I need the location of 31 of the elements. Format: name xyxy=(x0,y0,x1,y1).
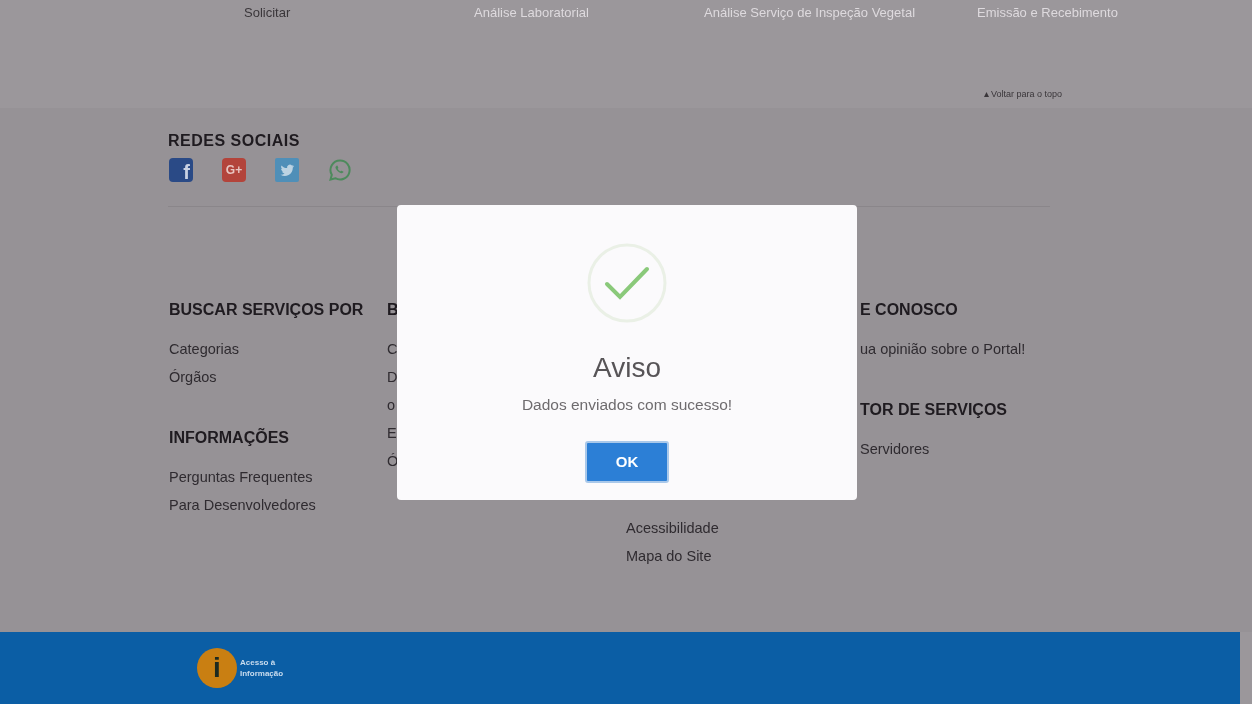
logo-text: Acesso à Informação xyxy=(240,657,284,679)
back-to-top-link[interactable]: Voltar para o topo xyxy=(983,88,1062,100)
footer-link[interactable]: Categorias xyxy=(169,335,240,363)
footer-link[interactable]: Perguntas Frequentes xyxy=(169,463,313,491)
footer-link[interactable]: o xyxy=(387,391,396,419)
footer-link[interactable]: Mapa do Site xyxy=(626,542,712,570)
footer-link[interactable]: Para Desenvolvedores xyxy=(169,491,316,519)
dialog-title: Aviso xyxy=(593,351,661,385)
checkmark-icon xyxy=(587,243,667,323)
column-heading: BUSCAR SERVIÇOS POR xyxy=(169,300,365,320)
footer-link[interactable]: Órgãos xyxy=(169,363,217,391)
footer-link[interactable]: C xyxy=(387,335,398,363)
arrow-up-icon xyxy=(983,91,989,97)
nav-link[interactable]: Solicitar xyxy=(244,4,474,22)
phone-bubble-icon[interactable] xyxy=(328,158,352,182)
google-plus-icon[interactable]: G+ xyxy=(222,158,246,182)
info-logo-icon[interactable]: i xyxy=(197,648,237,688)
footer-link[interactable]: Acessibilidade xyxy=(626,514,719,542)
ok-button[interactable]: OK xyxy=(585,441,669,483)
footer-link[interactable]: E xyxy=(387,419,397,447)
column-heading: INFORMAÇÕES xyxy=(169,428,290,448)
column-heading: TOR DE SERVIÇOS xyxy=(860,400,1008,420)
column-heading: E CONOSCO xyxy=(860,300,959,320)
footer-link[interactable]: D xyxy=(387,363,398,391)
footer-link[interactable]: Servidores xyxy=(860,435,930,463)
footer-link[interactable]: ua opinião sobre o Portal! xyxy=(860,335,1026,363)
dialog-message: Dados enviados com sucesso! xyxy=(521,395,733,415)
column-heading: B xyxy=(387,300,400,320)
section-heading: REDES SOCIAIS xyxy=(168,131,301,151)
bird-icon[interactable] xyxy=(275,158,299,182)
facebook-icon[interactable]: f xyxy=(169,158,193,182)
